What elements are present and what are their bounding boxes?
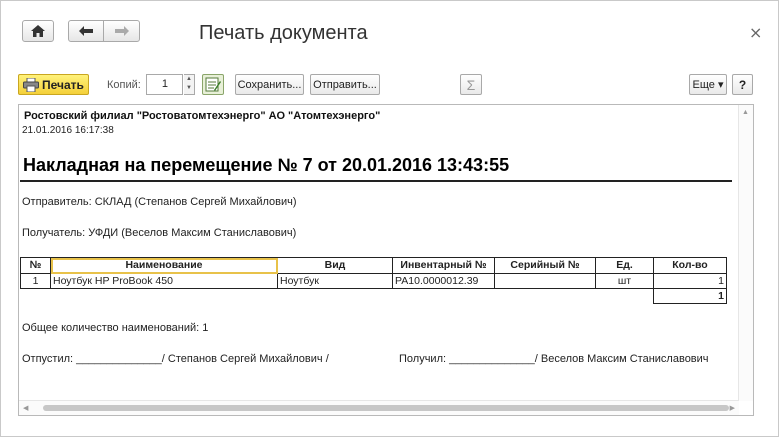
cell-serial[interactable] — [494, 273, 596, 289]
spreadsheet-document[interactable]: Ростовский филиал "Ростоватомтехэнерго" … — [18, 104, 754, 416]
copies-stepper[interactable]: ▲ ▼ — [184, 74, 195, 95]
print-datetime: 21.01.2016 16:17:38 — [22, 125, 114, 136]
total-count-line: Общее количество наименований: 1 — [22, 322, 209, 334]
save-button[interactable]: Сохранить... — [235, 74, 304, 95]
vertical-scrollbar[interactable]: ▲ — [738, 105, 753, 401]
receiver-line: Получатель: УФДИ (Веселов Максим Станисл… — [22, 227, 297, 239]
close-icon[interactable]: × — [749, 23, 762, 42]
col-header-name[interactable]: Наименование — [50, 257, 278, 274]
items-table: № Наименование Вид Инвентарный № Серийны… — [20, 257, 727, 304]
col-header-serial[interactable]: Серийный № — [494, 257, 596, 274]
copies-input[interactable]: 1 — [146, 74, 183, 95]
table-header-row: № Наименование Вид Инвентарный № Серийны… — [20, 257, 727, 274]
cell-quantity[interactable]: 1 — [653, 273, 727, 289]
print-label: Печать — [42, 77, 84, 92]
cell-unit[interactable]: шт — [595, 273, 654, 289]
window-title: Печать документа — [199, 22, 368, 44]
edit-document-icon — [205, 77, 221, 92]
scroll-right-icon[interactable]: ▶ — [730, 404, 735, 412]
cell-total-quantity[interactable]: 1 — [653, 288, 727, 304]
home-button[interactable] — [22, 20, 54, 42]
sender-line: Отправитель: СКЛАД (Степанов Сергей Миха… — [22, 196, 297, 208]
received-signature-line: Получил: ______________/ Веселов Максим … — [399, 353, 709, 365]
back-button[interactable] — [68, 20, 104, 42]
horizontal-scrollbar[interactable]: ◀ ▶ — [19, 400, 739, 415]
scroll-up-icon[interactable]: ▲ — [742, 109, 749, 116]
home-icon — [31, 25, 45, 37]
send-button[interactable]: Отправить... — [310, 74, 380, 95]
col-header-quantity[interactable]: Кол-во — [653, 257, 727, 274]
print-document-window: Печать документа × Печать Копий: 1 ▲ ▼ Со… — [0, 0, 779, 437]
arrow-right-icon — [114, 26, 129, 36]
heading-divider — [20, 180, 732, 182]
cell-name[interactable]: Ноутбук HP ProBook 450 — [50, 273, 278, 289]
cell-kind[interactable]: Ноутбук — [277, 273, 393, 289]
col-header-unit[interactable]: Ед. — [595, 257, 654, 274]
table-total-row: 1 — [21, 288, 727, 304]
copies-label: Копий: — [107, 79, 141, 91]
col-header-kind[interactable]: Вид — [277, 257, 393, 274]
sigma-icon[interactable]: Σ — [460, 74, 482, 95]
released-signature-line: Отпустил: ______________/ Степанов Серге… — [22, 353, 329, 365]
print-button[interactable]: Печать — [18, 74, 89, 95]
cell-number[interactable]: 1 — [20, 273, 51, 289]
scroll-left-icon[interactable]: ◀ — [23, 404, 28, 412]
printer-icon — [23, 77, 39, 92]
edit-document-toggle[interactable] — [202, 74, 224, 95]
table-row: 1 Ноутбук HP ProBook 450 Ноутбук РА10.00… — [20, 273, 727, 289]
cell-inventory[interactable]: РА10.0000012.39 — [392, 273, 495, 289]
document-heading: Накладная на перемещение № 7 от 20.01.20… — [23, 155, 510, 175]
arrow-left-icon — [79, 26, 93, 36]
col-header-inventory[interactable]: Инвентарный № — [392, 257, 495, 274]
more-button[interactable]: Еще ▾ — [689, 74, 727, 95]
organization-name: Ростовский филиал "Ростоватомтехэнерго" … — [24, 110, 381, 122]
help-button[interactable]: ? — [732, 74, 753, 95]
forward-button[interactable] — [103, 20, 140, 42]
col-header-number[interactable]: № — [20, 257, 51, 274]
horizontal-scroll-thumb[interactable] — [43, 405, 729, 411]
